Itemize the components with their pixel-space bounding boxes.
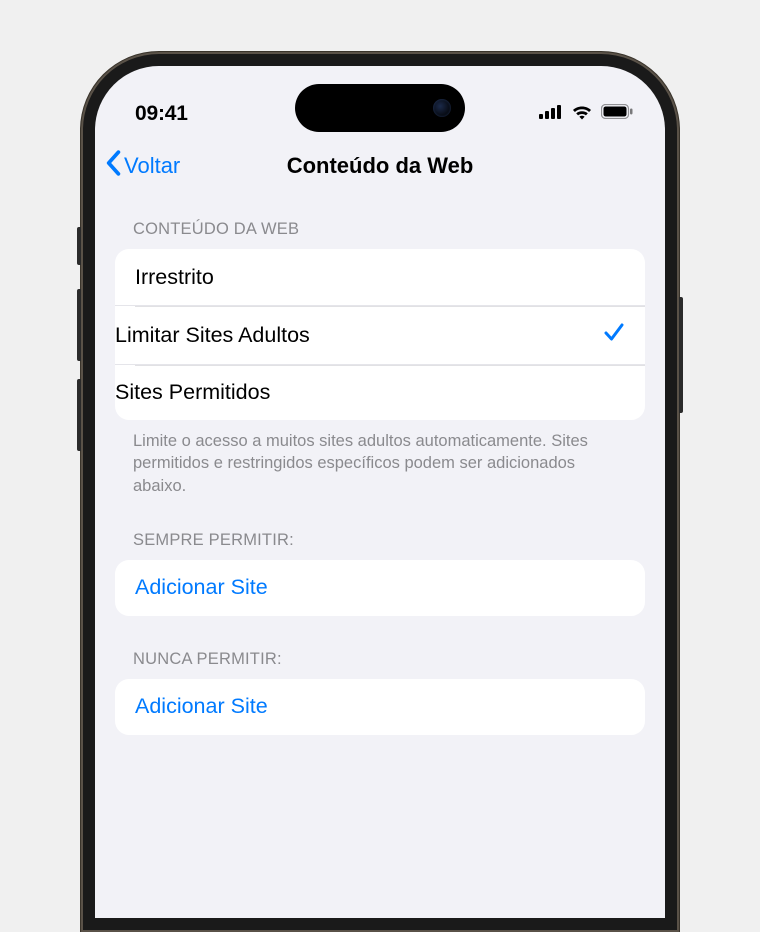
option-label: Sites Permitidos <box>115 380 270 405</box>
chevron-left-icon <box>105 150 121 182</box>
status-time: 09:41 <box>135 102 188 126</box>
option-limit-adult-sites[interactable]: Limitar Sites Adultos <box>115 305 645 364</box>
front-camera-icon <box>433 99 451 117</box>
section-footer-web-content: Limite o acesso a muitos sites adultos a… <box>115 420 645 497</box>
back-button[interactable]: Voltar <box>105 150 180 182</box>
checkmark-icon <box>603 321 625 349</box>
add-site-never-allow-button[interactable]: Adicionar Site <box>115 679 645 735</box>
phone-frame: 09:41 <box>81 52 679 932</box>
settings-content: CONTEÚDO DA WEB Irrestrito Limitar Sites… <box>95 190 665 735</box>
option-unrestricted[interactable]: Irrestrito <box>115 249 645 305</box>
page-title: Conteúdo da Web <box>287 153 474 179</box>
option-allowed-sites[interactable]: Sites Permitidos <box>115 364 645 420</box>
web-content-options-group: Irrestrito Limitar Sites Adultos Sites P… <box>115 249 645 420</box>
option-label: Irrestrito <box>135 265 214 290</box>
dynamic-island <box>295 84 465 132</box>
hardware-buttons-left <box>77 227 81 469</box>
screen: 09:41 <box>95 66 665 918</box>
hardware-button-right <box>679 297 683 413</box>
wifi-icon <box>571 104 593 125</box>
never-allow-group: Adicionar Site <box>115 679 645 735</box>
add-site-label: Adicionar Site <box>135 694 268 719</box>
section-header-web-content: CONTEÚDO DA WEB <box>115 190 645 249</box>
section-header-always-allow: SEMPRE PERMITIR: <box>115 497 645 560</box>
add-site-always-allow-button[interactable]: Adicionar Site <box>115 560 645 616</box>
back-label: Voltar <box>124 153 180 179</box>
option-label: Limitar Sites Adultos <box>115 323 310 348</box>
always-allow-group: Adicionar Site <box>115 560 645 616</box>
cellular-signal-icon <box>539 105 563 124</box>
navigation-bar: Voltar Conteúdo da Web <box>95 142 665 190</box>
section-header-never-allow: NUNCA PERMITIR: <box>115 616 645 679</box>
add-site-label: Adicionar Site <box>135 575 268 600</box>
status-icons <box>539 104 633 125</box>
battery-icon <box>601 104 633 124</box>
